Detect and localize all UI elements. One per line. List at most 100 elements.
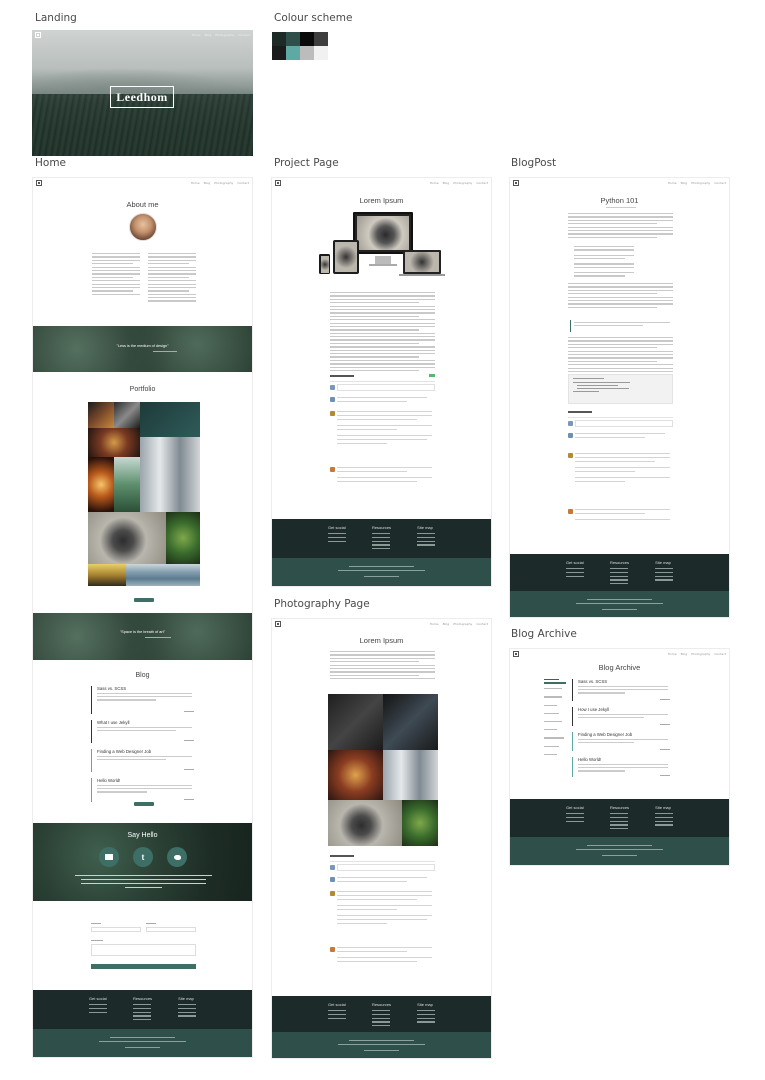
project-footer: Get social Resources Site map [272, 519, 491, 586]
footer-col-resources: Resources [371, 1002, 391, 1032]
nav-photography[interactable]: Photography [215, 33, 234, 37]
nav-blog[interactable]: Blog [205, 33, 212, 37]
swatch [314, 32, 328, 46]
footer-col-social: Get social [565, 805, 584, 837]
swatch [314, 46, 328, 60]
nav-photography[interactable]: Photography [691, 181, 710, 185]
say-hello-banner: Say Hello t [33, 823, 252, 901]
home-frame: Home Blog Photography Contact About me "… [32, 177, 253, 1058]
logo-icon[interactable] [513, 651, 519, 657]
logo-icon[interactable] [35, 32, 41, 38]
nav-contact[interactable]: Contact [476, 181, 488, 185]
logo-icon[interactable] [275, 180, 281, 186]
photo-tile [328, 750, 383, 800]
photo-tile [114, 402, 140, 428]
nav-photography[interactable]: Photography [214, 181, 233, 185]
message-input[interactable] [91, 944, 196, 956]
landing-nav: Home Blog Photography Contact [32, 30, 253, 40]
comments-section [568, 411, 673, 551]
about-title: About me [126, 200, 159, 209]
nav-home[interactable]: Home [668, 181, 677, 185]
blog-list: Sass vs. SCSS What I use Jekyll Finding … [91, 686, 196, 802]
nav-contact[interactable]: Contact [476, 622, 488, 626]
blog-more-button[interactable] [134, 802, 154, 806]
blog-item[interactable]: What I use Jekyll [91, 720, 196, 743]
swatch [272, 46, 286, 60]
footer-col-social: Get social [565, 560, 584, 591]
photo-tile [383, 750, 438, 800]
archive-footer: Get social Resources Site map [510, 799, 729, 865]
post-body [568, 283, 673, 310]
nav-home[interactable]: Home [668, 652, 677, 656]
nav-blog[interactable]: Blog [443, 181, 450, 185]
archive-item[interactable]: Hello World! [572, 757, 672, 777]
archive-item[interactable]: How I use Jekyll [572, 707, 672, 726]
photo-tile [88, 457, 114, 512]
nav-photography[interactable]: Photography [691, 652, 710, 656]
archive-title: Blog Archive [598, 663, 641, 672]
quote-1: "Less is the medium of design" [116, 344, 169, 348]
blog-item[interactable]: Sass vs. SCSS [91, 686, 196, 714]
blogpost-title: Python 101 [600, 196, 639, 205]
archive-list: Sass vs. SCSS How I use Jekyll Finding a… [572, 679, 672, 777]
name-input[interactable] [91, 927, 141, 932]
photo-tile [88, 402, 114, 428]
nav-home[interactable]: Home [191, 181, 200, 185]
photo-tile [328, 800, 402, 846]
nav-photography[interactable]: Photography [453, 181, 472, 185]
send-button[interactable] [91, 964, 196, 969]
archive-frame: Home Blog Photography Contact Blog Archi… [509, 648, 730, 866]
nav-blog[interactable]: Blog [443, 622, 450, 626]
twitter-icon[interactable] [167, 847, 187, 867]
blogpost-footer: Get social Resources Site map [510, 554, 729, 617]
logo-icon[interactable] [513, 180, 519, 186]
nav-home[interactable]: Home [430, 622, 439, 626]
quote-2: "Space is the breath of art" [119, 630, 166, 634]
blog-item[interactable]: Finding a Web Designer Job [91, 749, 196, 772]
archive-nav: Home Blog Photography Contact [510, 649, 729, 659]
email-icon[interactable] [99, 847, 119, 867]
photo-tile [140, 437, 200, 512]
photography-frame: Home Blog Photography Contact Lorem Ipsu… [271, 618, 492, 1059]
quote-banner-2: "Space is the breath of art" [33, 613, 252, 660]
swatch [286, 32, 300, 46]
device-mockup [317, 210, 447, 285]
nav-blog[interactable]: Blog [681, 181, 688, 185]
footer-col-social: Get social [88, 996, 107, 1029]
nav-photography[interactable]: Photography [453, 622, 472, 626]
portfolio-title: Portfolio [129, 386, 156, 393]
footer-col-resources: Resources [371, 525, 391, 558]
avatar [129, 213, 157, 241]
portfolio-grid [88, 402, 200, 586]
footer-col-sitemap: Site map [417, 1002, 436, 1032]
nav-contact[interactable]: Contact [714, 652, 726, 656]
blog-item[interactable]: Hello World! [91, 778, 196, 802]
about-text-left [92, 253, 140, 297]
nav-blog[interactable]: Blog [681, 652, 688, 656]
portfolio-more-button[interactable] [134, 598, 154, 602]
swatch [300, 32, 314, 46]
comments-section [330, 374, 435, 515]
photography-title: Lorem Ipsum [359, 636, 404, 645]
project-page-label: Project Page [274, 157, 339, 169]
blogpost-nav: Home Blog Photography Contact [510, 178, 729, 188]
photography-nav: Home Blog Photography Contact [272, 619, 491, 629]
nav-home[interactable]: Home [192, 33, 201, 37]
nav-contact[interactable]: Contact [238, 33, 250, 37]
footer-col-social: Get social [327, 1002, 346, 1032]
archive-item[interactable]: Finding a Web Designer Job [572, 732, 672, 751]
nav-contact[interactable]: Contact [237, 181, 249, 185]
logo-icon[interactable] [36, 180, 42, 186]
email-input[interactable] [146, 927, 196, 932]
archive-item[interactable]: Sass vs. SCSS [572, 679, 672, 701]
photo-tile [383, 694, 438, 750]
nav-home[interactable]: Home [430, 181, 439, 185]
home-footer: Get social Resources Site map [33, 990, 252, 1057]
nav-blog[interactable]: Blog [204, 181, 211, 185]
home-label: Home [35, 157, 67, 169]
footer-col-resources: Resources [132, 996, 152, 1029]
logo-icon[interactable] [275, 621, 281, 627]
tumblr-icon[interactable]: t [133, 847, 153, 867]
nav-contact[interactable]: Contact [714, 181, 726, 185]
post-blockquote [570, 320, 670, 332]
